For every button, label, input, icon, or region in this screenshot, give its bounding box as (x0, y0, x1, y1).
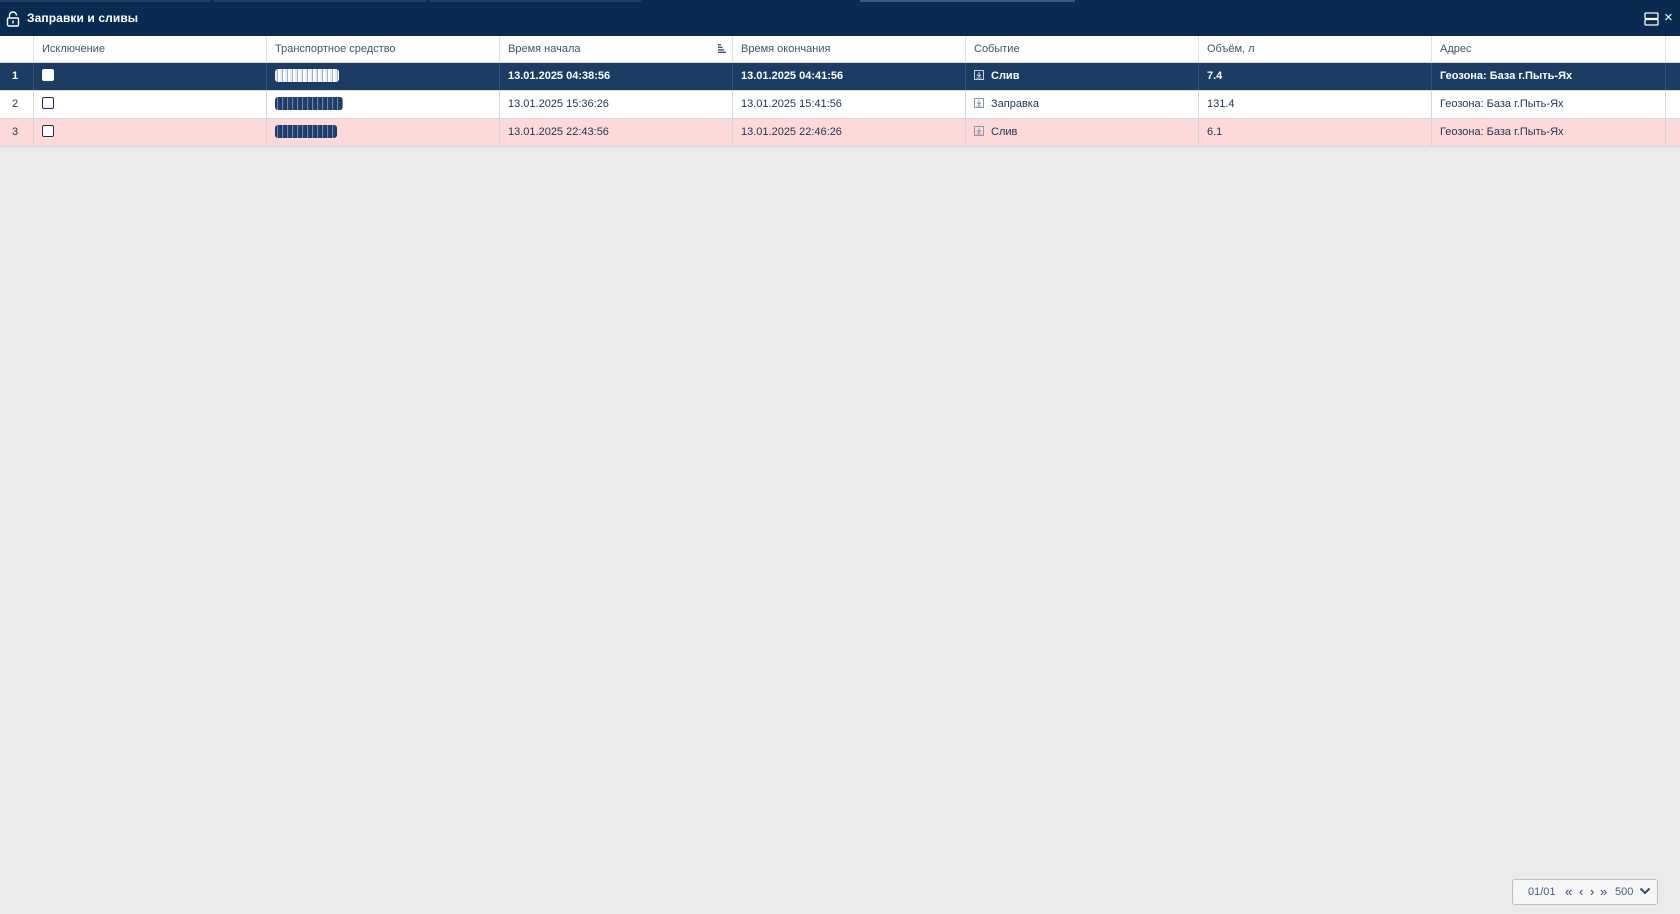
next-page-button[interactable]: › (1590, 884, 1594, 900)
event-cell: Слив (966, 119, 1199, 146)
last-page-button[interactable]: » (1600, 884, 1607, 900)
tab-indicator[interactable] (860, 0, 1075, 2)
table-row[interactable]: 2 13.01.2025 15:36:26 13.01.2025 15:41:5… (0, 91, 1680, 119)
address-cell: Геозона: База г.Пыть-Ях (1432, 63, 1666, 90)
end-time-cell: 13.01.2025 22:46:26 (733, 119, 966, 146)
vehicle-cell (267, 91, 500, 118)
row-number: 3 (0, 119, 34, 146)
end-time-cell: 13.01.2025 15:41:56 (733, 91, 966, 118)
header-start-time[interactable]: Время начала (500, 36, 733, 62)
header-end-time[interactable]: Время окончания (733, 36, 966, 62)
header-vehicle[interactable]: Транспортное средство (267, 36, 500, 62)
exclusion-cell (34, 91, 267, 118)
event-cell: Слив (966, 63, 1199, 90)
end-time-cell: 13.01.2025 04:41:56 (733, 63, 966, 90)
fuel-event-icon (974, 98, 984, 109)
layout-icon[interactable] (1644, 12, 1659, 26)
address-cell: Геозона: База г.Пыть-Ях (1432, 91, 1666, 118)
tab-indicator[interactable] (429, 0, 641, 2)
sort-icon[interactable] (718, 44, 726, 53)
pagination: 01/01 « ‹ › » 500 (1512, 879, 1658, 905)
chevron-down-icon[interactable] (1639, 885, 1651, 897)
table-row[interactable]: 3 13.01.2025 22:43:56 13.01.2025 22:46:2… (0, 119, 1680, 147)
vehicle-redacted (275, 124, 337, 138)
header-volume[interactable]: Объём, л (1199, 36, 1432, 62)
page-indicator: 01/01 (1528, 886, 1556, 898)
window-title: Заправки и сливы (27, 11, 139, 25)
exclusion-cell (34, 63, 267, 90)
exclusion-cell (34, 119, 267, 146)
vehicle-cell (267, 119, 500, 146)
table-row[interactable]: 1 13.01.2025 04:38:56 13.01.2025 04:41:5… (0, 63, 1680, 91)
exclusion-checkbox[interactable] (42, 69, 54, 82)
first-page-button[interactable]: « (1565, 884, 1572, 900)
exclusion-checkbox[interactable] (42, 97, 54, 110)
volume-cell: 6.1 (1199, 119, 1432, 146)
tab-strip (0, 0, 1680, 3)
table-header: Исключение Транспортное средство Время н… (0, 36, 1680, 63)
event-label: Слив (991, 70, 1020, 82)
start-time-cell: 13.01.2025 15:36:26 (500, 91, 733, 118)
vehicle-cell (267, 63, 500, 90)
volume-cell: 131.4 (1199, 91, 1432, 118)
start-time-cell: 13.01.2025 04:38:56 (500, 63, 733, 90)
prev-page-button[interactable]: ‹ (1579, 884, 1583, 900)
event-label: Заправка (991, 98, 1039, 110)
row-number: 2 (0, 91, 34, 118)
fuel-event-icon (974, 70, 984, 81)
header-address[interactable]: Адрес (1432, 36, 1666, 62)
volume-cell: 7.4 (1199, 63, 1432, 90)
event-label: Слив (991, 126, 1018, 138)
page-size-value[interactable]: 500 (1615, 886, 1633, 898)
header-exclusion[interactable]: Исключение (34, 36, 267, 62)
lock-icon[interactable] (6, 11, 20, 27)
event-cell: Заправка (966, 91, 1199, 118)
address-cell: Геозона: База г.Пыть-Ях (1432, 119, 1666, 146)
tab-indicator[interactable] (0, 0, 211, 2)
fuel-event-icon (974, 126, 984, 137)
close-icon[interactable]: × (1664, 10, 1673, 25)
tab-indicator[interactable] (214, 0, 426, 2)
header-start-time-label: Время начала (508, 43, 581, 55)
vehicle-redacted (275, 68, 339, 82)
header-rownum (0, 36, 34, 62)
exclusion-checkbox[interactable] (42, 125, 54, 138)
window-titlebar: Заправки и сливы × (0, 0, 1680, 36)
row-number: 1 (0, 63, 34, 90)
header-event[interactable]: Событие (966, 36, 1199, 62)
vehicle-redacted (275, 96, 343, 110)
events-table: Исключение Транспортное средство Время н… (0, 36, 1680, 147)
start-time-cell: 13.01.2025 22:43:56 (500, 119, 733, 146)
